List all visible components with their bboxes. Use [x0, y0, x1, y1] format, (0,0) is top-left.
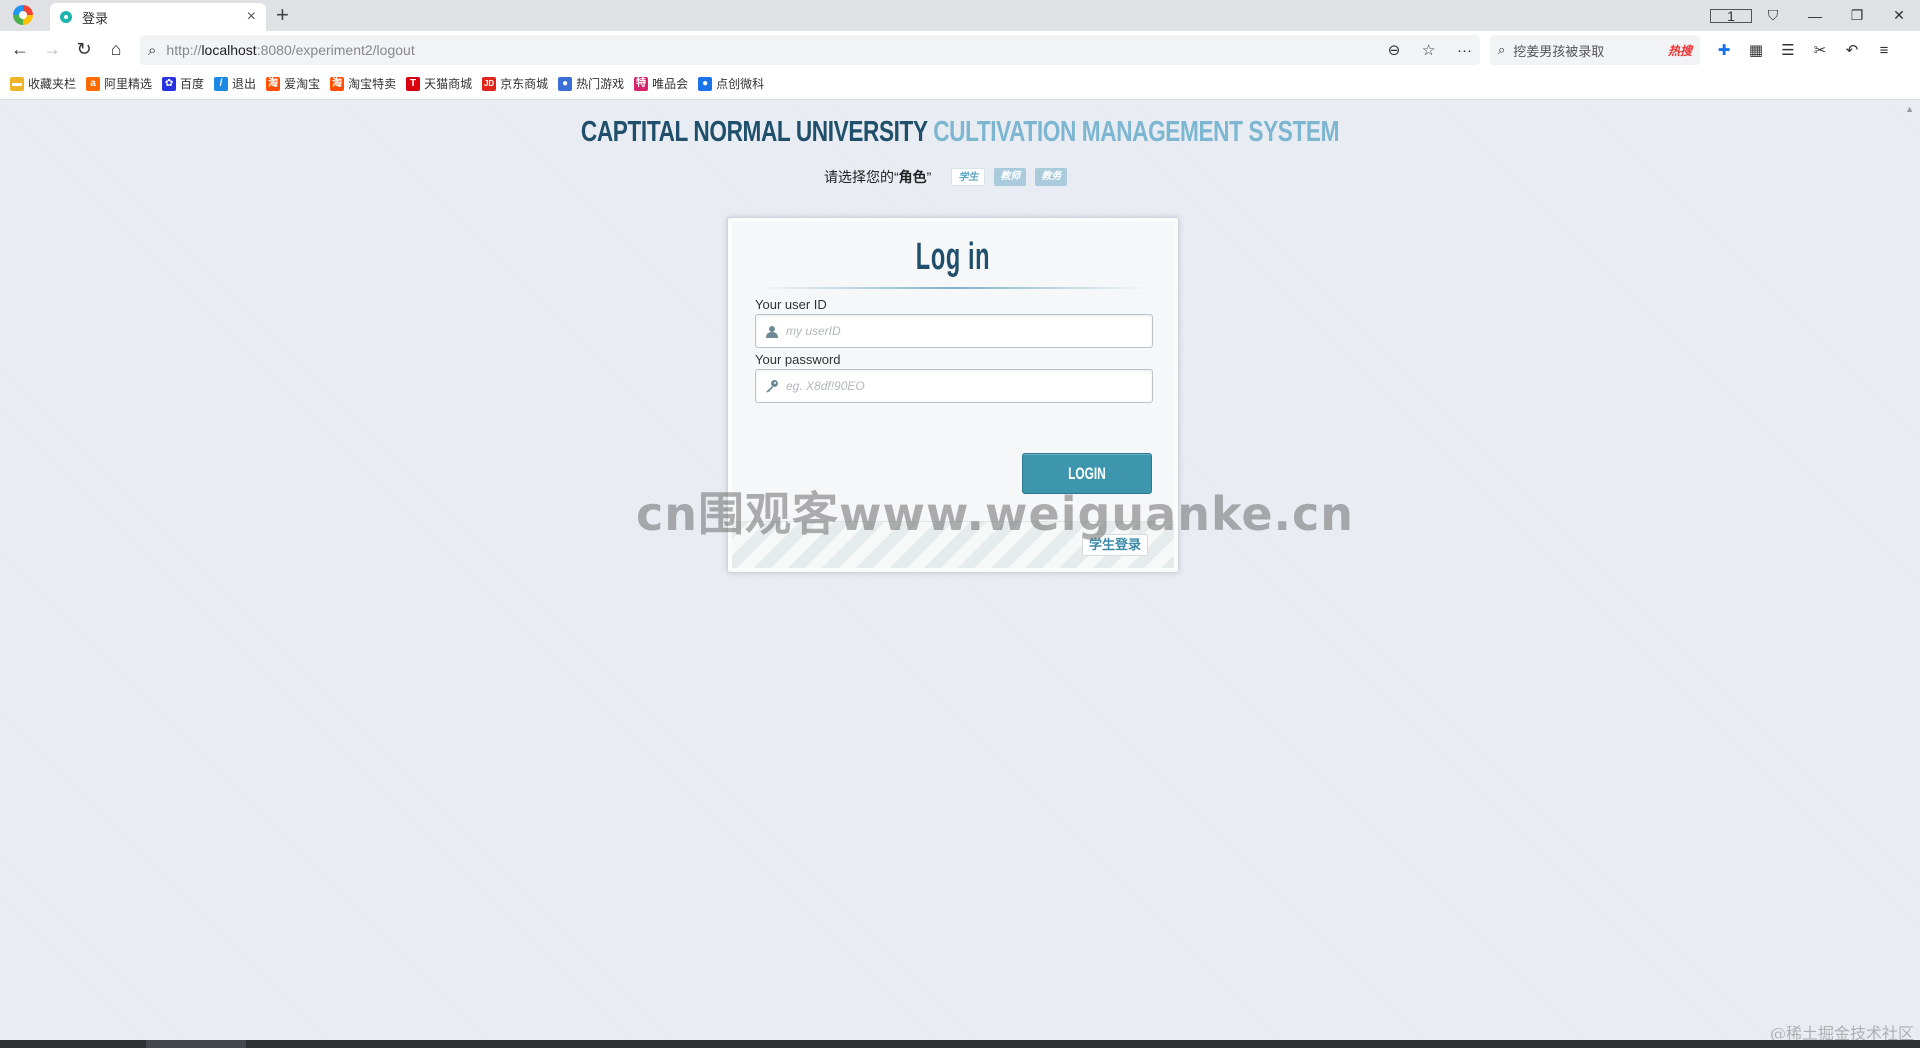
ali-icon: a — [86, 76, 101, 91]
bookmark-label: 收藏夹栏 — [28, 77, 77, 91]
hot-search-label[interactable]: 热搜 — [1668, 42, 1692, 59]
toolbar-right: ✚ ▦ ☰ ✂ ↶ ≡ — [1708, 35, 1900, 65]
jd-icon: JD — [482, 76, 497, 91]
game-icon: ● — [558, 76, 573, 91]
bookmark-label: 天猫商城 — [424, 77, 473, 91]
search-icon: ⌕ — [1498, 42, 1506, 57]
search-icon: ⌕ — [148, 41, 157, 59]
bookmark-item[interactable]: T 天猫商城 — [406, 75, 472, 92]
password-input[interactable] — [786, 371, 1152, 401]
extension-icon[interactable]: ✚ — [1708, 41, 1740, 59]
bookmark-item[interactable]: a 阿里精选 — [86, 75, 152, 92]
scroll-up-arrow-icon[interactable]: ▲ — [1905, 104, 1914, 114]
window-controls: 1 ⛉ — ❐ ✕ — [1710, 0, 1920, 31]
userid-label: Your user ID — [755, 297, 827, 312]
bookmark-item[interactable]: ▬ 收藏夹栏 — [10, 75, 76, 92]
apps-grid-icon[interactable]: ▦ — [1740, 41, 1772, 59]
bookmark-item[interactable]: ● 热门游戏 — [558, 75, 624, 92]
browser-tab-active[interactable]: 登录 × — [50, 3, 266, 31]
dianchuang-icon: ● — [698, 76, 713, 91]
bookmark-label: 淘宝特卖 — [348, 77, 397, 91]
tab-count-button[interactable]: 1 — [1710, 8, 1752, 24]
star-icon[interactable]: ☆ — [1422, 42, 1435, 59]
system-title: CAPTITAL NORMAL UNIVERSITY CULTIVATION M… — [211, 116, 1709, 149]
bookmark-label: 阿里精选 — [104, 77, 153, 91]
password-field[interactable] — [755, 369, 1153, 403]
bookmark-label: 热门游戏 — [576, 77, 625, 91]
folder-icon: ▬ — [10, 76, 24, 91]
login-heading: Log in — [915, 236, 991, 278]
baidu-icon: ✿ — [162, 76, 177, 91]
bookmark-label: 百度 — [180, 77, 205, 91]
role-prompt-quote: ” — [926, 169, 932, 185]
user-icon — [764, 323, 780, 339]
bookmarks-bar: ▬ 收藏夹栏 a 阿里精选 ✿ 百度 / 退出淘爱淘宝淘淘宝特卖 T 天猫商城 JD 京东商城 ● 热门游… — [0, 68, 1920, 100]
taobao-icon: 淘 — [266, 76, 281, 91]
restore-button[interactable]: ❐ — [1836, 7, 1878, 24]
tmall-icon: T — [406, 76, 421, 91]
address-bar[interactable]: ⌕ http://localhost:8080/experiment2/logo… — [140, 35, 1480, 65]
url-scheme: http:// — [166, 42, 202, 58]
taskbar — [0, 1040, 1920, 1048]
role-prompt: 请选择您的“角色” — [824, 167, 931, 187]
bookmark-item[interactable]: ● 点创微科 — [698, 75, 764, 92]
shirt-icon[interactable]: ⛉ — [1752, 7, 1794, 24]
address-url[interactable]: http://localhost:8080/experiment2/logout — [166, 42, 1369, 58]
vip-icon: 特 — [634, 76, 649, 91]
bookmark-label: 唯品会 — [652, 77, 689, 91]
password-label: Your password — [755, 352, 841, 367]
zoom-icon[interactable]: ⊖ — [1388, 42, 1401, 59]
tab-close-icon[interactable]: × — [247, 8, 256, 26]
new-tab-button[interactable]: + — [276, 4, 289, 26]
userid-input[interactable] — [786, 316, 1152, 346]
bookmark-item[interactable]: 淘爱淘宝 — [266, 75, 320, 92]
minimize-button[interactable]: — — [1794, 8, 1836, 24]
browser-tab-bar: 登录 × + 1 ⛉ — ❐ ✕ — [0, 0, 1920, 31]
favorites-list-icon[interactable]: ☰ — [1772, 41, 1804, 59]
system-title-system: CULTIVATION MANAGEMENT SYSTEM — [933, 116, 1340, 148]
system-title-university: CAPTITAL NORMAL UNIVERSITY — [580, 116, 928, 148]
close-window-button[interactable]: ✕ — [1878, 7, 1920, 24]
forward-button[interactable]: → — [36, 39, 68, 60]
scissors-icon[interactable]: ✂ — [1804, 41, 1836, 59]
browser-logo-icon — [13, 5, 33, 25]
reload-button[interactable]: ↻ — [68, 39, 100, 60]
role-teacher-button[interactable]: 教师 — [994, 168, 1027, 186]
role-selector: 请选择您的“角色” 学生 教师 教务 — [824, 165, 1076, 189]
watermark-text: cn围观客www.weiguanke.cn — [636, 487, 1355, 541]
tab-count-badge: 1 — [1710, 8, 1752, 23]
navigation-bar: ← → ↻ ⌂ ⌕ http://localhost:8080/experime… — [0, 31, 1920, 68]
home-button[interactable]: ⌂ — [100, 39, 132, 60]
taskbar-item[interactable] — [146, 1040, 246, 1048]
role-admin-button[interactable]: 教务 — [1035, 168, 1068, 186]
bookmark-item[interactable]: 特唯品会 — [634, 75, 688, 92]
bookmark-label: 点创微科 — [716, 77, 765, 91]
role-prompt-emphasis: 角色 — [898, 169, 927, 185]
more-icon[interactable]: ··· — [1457, 42, 1472, 59]
role-student-button[interactable]: 学生 — [951, 168, 986, 186]
role-prompt-text: 请选择您的“ — [824, 169, 899, 185]
bookmark-item[interactable]: ✿ 百度 — [162, 75, 204, 92]
tab-favicon-icon — [60, 11, 72, 23]
undo-icon[interactable]: ↶ — [1836, 41, 1868, 59]
bookmark-item[interactable]: 淘淘宝特卖 — [330, 75, 396, 92]
bookmark-label: 京东商城 — [500, 77, 549, 91]
feather-icon: / — [214, 76, 229, 91]
search-suggestion: 挖姜男孩被录取 — [1513, 43, 1605, 59]
bookmark-item[interactable]: JD 京东商城 — [482, 75, 548, 92]
menu-icon[interactable]: ≡ — [1868, 42, 1900, 59]
browser-search-box[interactable]: ⌕ 挖姜男孩被录取 热搜 — [1490, 35, 1700, 65]
tab-title: 登录 — [82, 10, 109, 26]
bookmark-item[interactable]: / 退出 — [214, 75, 256, 92]
back-button[interactable]: ← — [4, 39, 36, 60]
heading-divider — [758, 287, 1150, 289]
taobao-sale-icon: 淘 — [330, 76, 345, 91]
key-icon — [764, 378, 780, 394]
bookmark-label: 退出 — [232, 77, 257, 91]
bookmark-label: 爱淘宝 — [284, 77, 321, 91]
url-host: localhost — [201, 42, 257, 58]
url-path: :8080/experiment2/logout — [256, 42, 415, 58]
userid-field[interactable] — [755, 314, 1153, 348]
